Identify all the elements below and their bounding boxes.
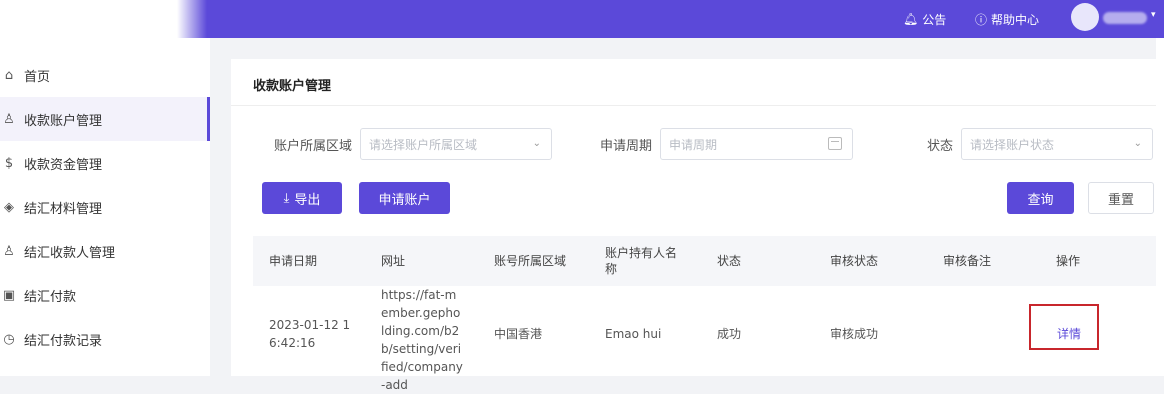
user-name-blurred[interactable] bbox=[1103, 12, 1147, 24]
user-menu-caret-icon[interactable]: ▾ bbox=[1151, 10, 1156, 20]
right-edge-panel bbox=[1156, 38, 1164, 376]
help-center-label: 帮助中心 bbox=[991, 12, 1040, 27]
column-header-actions: 操作 bbox=[1056, 254, 1081, 268]
user-icon: ♙ bbox=[3, 111, 15, 127]
column-header-url: 网址 bbox=[381, 254, 406, 268]
help-circle-icon: ⓘ bbox=[975, 12, 988, 27]
cell-url: https://fat-member.gepholding.com/b2b/se… bbox=[381, 288, 463, 392]
column-header-review-note: 审核备注 bbox=[943, 254, 992, 268]
apply-account-button[interactable]: 申请账户 bbox=[359, 182, 450, 214]
cell-review-status: 审核成功 bbox=[830, 327, 879, 341]
logo-area bbox=[0, 0, 207, 38]
period-filter-label: 申请周期 bbox=[600, 139, 653, 154]
sidebar-item-label: 首页 bbox=[24, 69, 51, 85]
query-button[interactable]: 查询 bbox=[1007, 182, 1074, 214]
help-center-link[interactable]: ⓘ 帮助中心 bbox=[975, 0, 1039, 38]
sidebar-item-label: 收款账户管理 bbox=[24, 113, 103, 129]
table-header: 申请日期 网址 账号所属区域 账户持有人名称 状态 审核状态 审核备注 操作 bbox=[253, 236, 1156, 286]
sidebar-item-home[interactable]: ⌂ 首页 bbox=[0, 53, 210, 97]
sidebar-item-settlement-payment[interactable]: ▣ 结汇付款 bbox=[0, 273, 210, 317]
column-header-holder: 账户持有人名称 bbox=[605, 246, 678, 276]
period-placeholder: 申请周期 bbox=[669, 137, 718, 152]
export-label: 导出 bbox=[294, 192, 321, 208]
column-header-status: 状态 bbox=[717, 254, 742, 268]
detail-link[interactable]: 详情 bbox=[1057, 325, 1081, 342]
sidebar-item-label: 收款资金管理 bbox=[24, 157, 103, 173]
title-divider bbox=[231, 105, 1156, 106]
payment-icon: ▣ bbox=[2, 287, 16, 303]
sidebar-item-label: 结汇付款 bbox=[24, 289, 77, 305]
top-bar: 🔔︎ 公告 ⓘ 帮助中心 ▾ bbox=[0, 0, 1164, 38]
sidebar-item-settlement-materials[interactable]: ◈ 结汇材料管理 bbox=[0, 185, 210, 229]
export-button[interactable]: ⤓ 导出 bbox=[262, 182, 342, 214]
layers-icon: ◈ bbox=[4, 199, 14, 215]
sidebar-item-receiving-funds[interactable]: $ 收款资金管理 bbox=[0, 141, 210, 185]
main-card: 收款账户管理 账户所属区域 请选择账户所属区域 ⌄ 申请周期 申请周期 状态 请… bbox=[231, 59, 1156, 392]
cell-status: 成功 bbox=[717, 327, 742, 341]
avatar[interactable] bbox=[1071, 3, 1099, 31]
sidebar-item-payment-records[interactable]: ◷ 结汇付款记录 bbox=[0, 317, 210, 361]
dollar-circle-icon: $ bbox=[4, 155, 14, 171]
column-header-region: 账号所属区域 bbox=[494, 254, 567, 268]
reset-button[interactable]: 重置 bbox=[1088, 182, 1154, 214]
download-icon: ⤓ bbox=[283, 190, 290, 206]
chevron-down-icon: ⌄ bbox=[1133, 138, 1142, 149]
calendar-icon bbox=[828, 137, 842, 150]
region-select[interactable]: 请选择账户所属区域 ⌄ bbox=[360, 128, 552, 160]
cell-holder: Emao hui bbox=[605, 327, 662, 341]
announcement-link[interactable]: 🔔︎ 公告 bbox=[903, 0, 946, 38]
home-icon: ⌂ bbox=[4, 67, 14, 83]
status-select[interactable]: 请选择账户状态 ⌄ bbox=[961, 128, 1153, 160]
page-title: 收款账户管理 bbox=[253, 79, 332, 94]
sidebar: ⌂ 首页 ♙ 收款账户管理 $ 收款资金管理 ◈ 结汇材料管理 ♙ 结汇收款人管… bbox=[0, 38, 210, 376]
sidebar-item-receiving-accounts[interactable]: ♙ 收款账户管理 bbox=[0, 97, 210, 141]
region-select-placeholder: 请选择账户所属区域 bbox=[369, 137, 478, 152]
bell-icon: 🔔︎ bbox=[903, 12, 919, 26]
sidebar-item-label: 结汇收款人管理 bbox=[24, 245, 116, 261]
cell-region: 中国香港 bbox=[494, 327, 543, 341]
sidebar-item-label: 结汇材料管理 bbox=[24, 201, 103, 217]
status-filter-label: 状态 bbox=[927, 139, 954, 154]
region-filter-label: 账户所属区域 bbox=[274, 139, 353, 154]
sidebar-item-label: 结汇付款记录 bbox=[24, 333, 103, 349]
period-date-picker[interactable]: 申请周期 bbox=[660, 128, 853, 160]
sidebar-item-settlement-payees[interactable]: ♙ 结汇收款人管理 bbox=[0, 229, 210, 273]
column-header-review-status: 审核状态 bbox=[830, 254, 879, 268]
payee-icon: ♙ bbox=[3, 243, 15, 259]
status-select-placeholder: 请选择账户状态 bbox=[970, 137, 1055, 152]
clock-icon: ◷ bbox=[3, 331, 15, 347]
column-header-date: 申请日期 bbox=[269, 254, 318, 268]
announcement-label: 公告 bbox=[922, 12, 947, 27]
cell-date: 2023-01-12 16:42:16 bbox=[269, 318, 351, 350]
chevron-down-icon: ⌄ bbox=[532, 138, 541, 149]
